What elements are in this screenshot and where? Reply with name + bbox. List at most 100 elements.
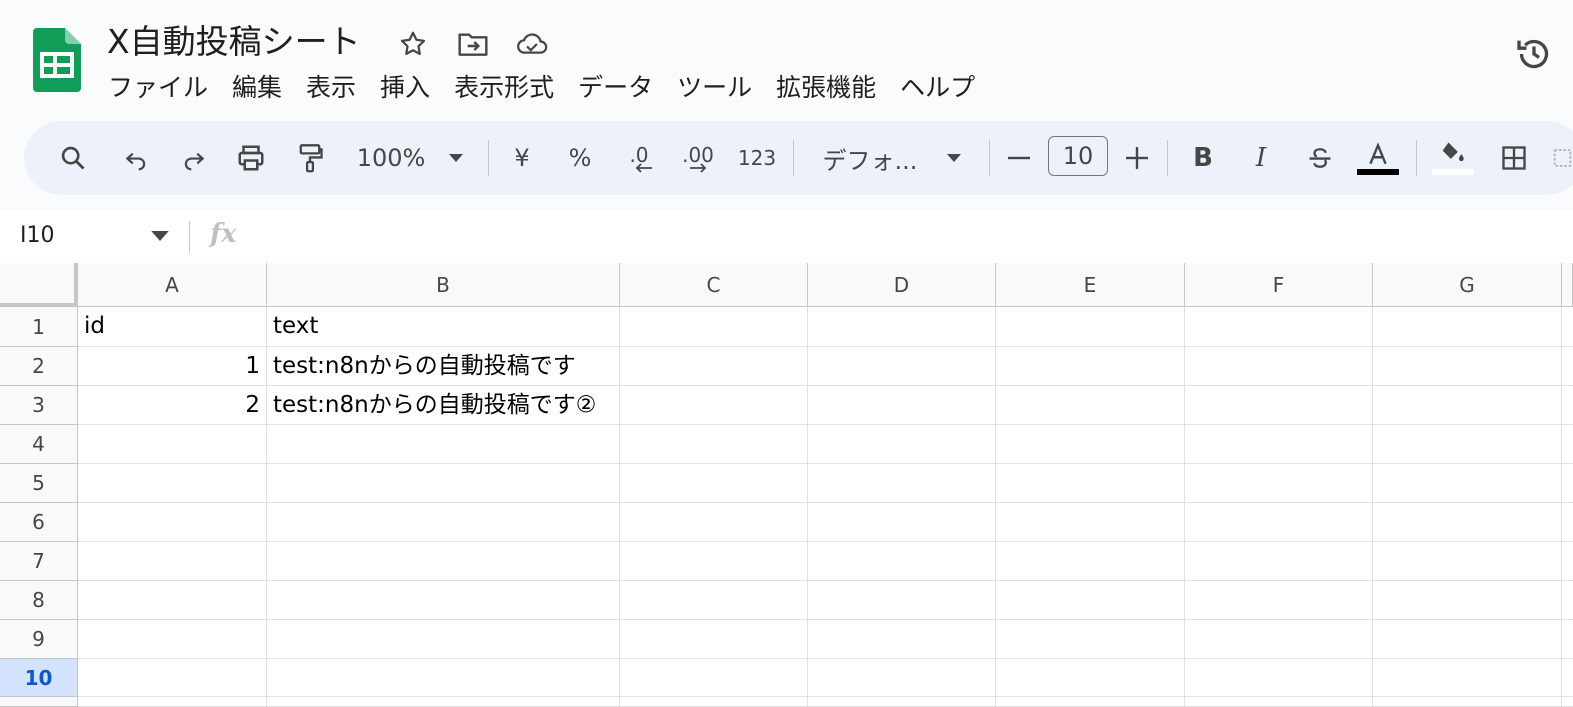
cell-b2[interactable]: test:n8nからの自動投稿です — [267, 347, 620, 386]
cell[interactable] — [78, 425, 267, 464]
cell[interactable] — [620, 425, 808, 464]
cell[interactable] — [1562, 425, 1573, 464]
more-formats-button[interactable]: 123 — [734, 121, 780, 195]
select-all-corner[interactable] — [0, 263, 78, 307]
cell[interactable] — [1185, 307, 1373, 347]
cell[interactable] — [1185, 620, 1373, 659]
italic-button[interactable]: I — [1242, 121, 1280, 195]
column-header-f[interactable]: F — [1185, 263, 1373, 307]
menu-edit[interactable]: 編集 — [220, 70, 294, 106]
column-header-a[interactable]: A — [78, 263, 267, 307]
cell[interactable] — [620, 347, 808, 386]
cell[interactable] — [996, 697, 1185, 707]
row-header-3[interactable]: 3 — [0, 386, 78, 425]
cell[interactable] — [1185, 386, 1373, 425]
cell-a3[interactable]: 2 — [78, 386, 267, 425]
menu-help[interactable]: ヘルプ — [888, 70, 987, 106]
cell[interactable] — [620, 307, 808, 347]
cell[interactable] — [1185, 425, 1373, 464]
cell[interactable] — [267, 503, 620, 542]
row-header-7[interactable]: 7 — [0, 542, 78, 581]
cell[interactable] — [78, 581, 267, 620]
cell-a1[interactable]: id — [78, 307, 267, 347]
redo-icon[interactable] — [174, 121, 214, 195]
cell[interactable] — [267, 425, 620, 464]
row-header-6[interactable]: 6 — [0, 503, 78, 542]
star-icon[interactable] — [397, 28, 429, 60]
cell[interactable] — [996, 581, 1185, 620]
cell[interactable] — [78, 542, 267, 581]
cell[interactable] — [1562, 386, 1573, 425]
cell[interactable] — [78, 659, 267, 697]
currency-format-button[interactable]: ¥ — [505, 121, 539, 195]
cell[interactable] — [620, 697, 808, 707]
text-color-button[interactable] — [1356, 121, 1400, 195]
font-size-input[interactable]: 10 — [1048, 136, 1108, 176]
cell[interactable] — [1185, 503, 1373, 542]
cell[interactable] — [1373, 386, 1562, 425]
cell[interactable] — [808, 386, 996, 425]
cell[interactable] — [1373, 581, 1562, 620]
cell[interactable] — [1562, 659, 1573, 697]
strikethrough-button[interactable] — [1300, 121, 1340, 195]
row-header-10[interactable]: 10 — [0, 659, 78, 697]
column-header-c[interactable]: C — [620, 263, 808, 307]
cell[interactable] — [996, 542, 1185, 581]
cell[interactable] — [620, 659, 808, 697]
percent-format-button[interactable]: % — [563, 121, 597, 195]
cell[interactable] — [1562, 542, 1573, 581]
cell[interactable] — [620, 386, 808, 425]
sheets-logo-icon[interactable] — [33, 28, 81, 92]
bold-button[interactable]: B — [1184, 121, 1222, 195]
cell[interactable] — [996, 347, 1185, 386]
move-folder-icon[interactable] — [457, 28, 489, 60]
chevron-down-icon[interactable] — [442, 121, 470, 195]
cell[interactable] — [996, 503, 1185, 542]
cell[interactable] — [808, 697, 996, 707]
name-box[interactable]: I10 — [20, 221, 54, 251]
cell[interactable] — [1562, 347, 1573, 386]
undo-icon[interactable] — [116, 121, 156, 195]
borders-button[interactable] — [1494, 121, 1534, 195]
cloud-saved-icon[interactable] — [516, 28, 548, 60]
merge-cells-button[interactable] — [1552, 121, 1573, 195]
cell[interactable] — [1185, 464, 1373, 503]
cell[interactable] — [267, 581, 620, 620]
column-header-b[interactable]: B — [267, 263, 620, 307]
cell[interactable] — [620, 620, 808, 659]
print-icon[interactable] — [230, 121, 272, 195]
cell[interactable] — [1185, 347, 1373, 386]
cell[interactable] — [808, 542, 996, 581]
row-header-2[interactable]: 2 — [0, 347, 78, 386]
cell-b1[interactable]: text — [267, 307, 620, 347]
menu-insert[interactable]: 挿入 — [368, 70, 442, 106]
row-header-4[interactable]: 4 — [0, 425, 78, 464]
cell[interactable] — [1373, 307, 1562, 347]
menu-extensions[interactable]: 拡張機能 — [764, 70, 888, 106]
cell[interactable] — [1185, 697, 1373, 707]
cell[interactable] — [808, 307, 996, 347]
cell[interactable] — [996, 425, 1185, 464]
cell[interactable] — [1373, 542, 1562, 581]
cell[interactable] — [78, 697, 267, 707]
cell[interactable] — [620, 503, 808, 542]
cell[interactable] — [996, 386, 1185, 425]
paint-format-icon[interactable] — [290, 121, 330, 195]
cell[interactable] — [1562, 581, 1573, 620]
decrease-font-size-button[interactable] — [1002, 121, 1036, 195]
chevron-down-icon[interactable] — [940, 121, 968, 195]
cell[interactable] — [808, 659, 996, 697]
cell[interactable] — [78, 620, 267, 659]
cell[interactable] — [620, 581, 808, 620]
cell[interactable] — [1185, 542, 1373, 581]
cell[interactable] — [1373, 620, 1562, 659]
search-menus-icon[interactable] — [50, 121, 96, 195]
cell[interactable] — [267, 464, 620, 503]
cell[interactable] — [1373, 347, 1562, 386]
column-header-g[interactable]: G — [1373, 263, 1562, 307]
row-header-5[interactable]: 5 — [0, 464, 78, 503]
cell[interactable] — [1562, 503, 1573, 542]
cell[interactable] — [267, 659, 620, 697]
cell[interactable] — [267, 620, 620, 659]
font-select[interactable]: デフォ... — [815, 121, 925, 195]
